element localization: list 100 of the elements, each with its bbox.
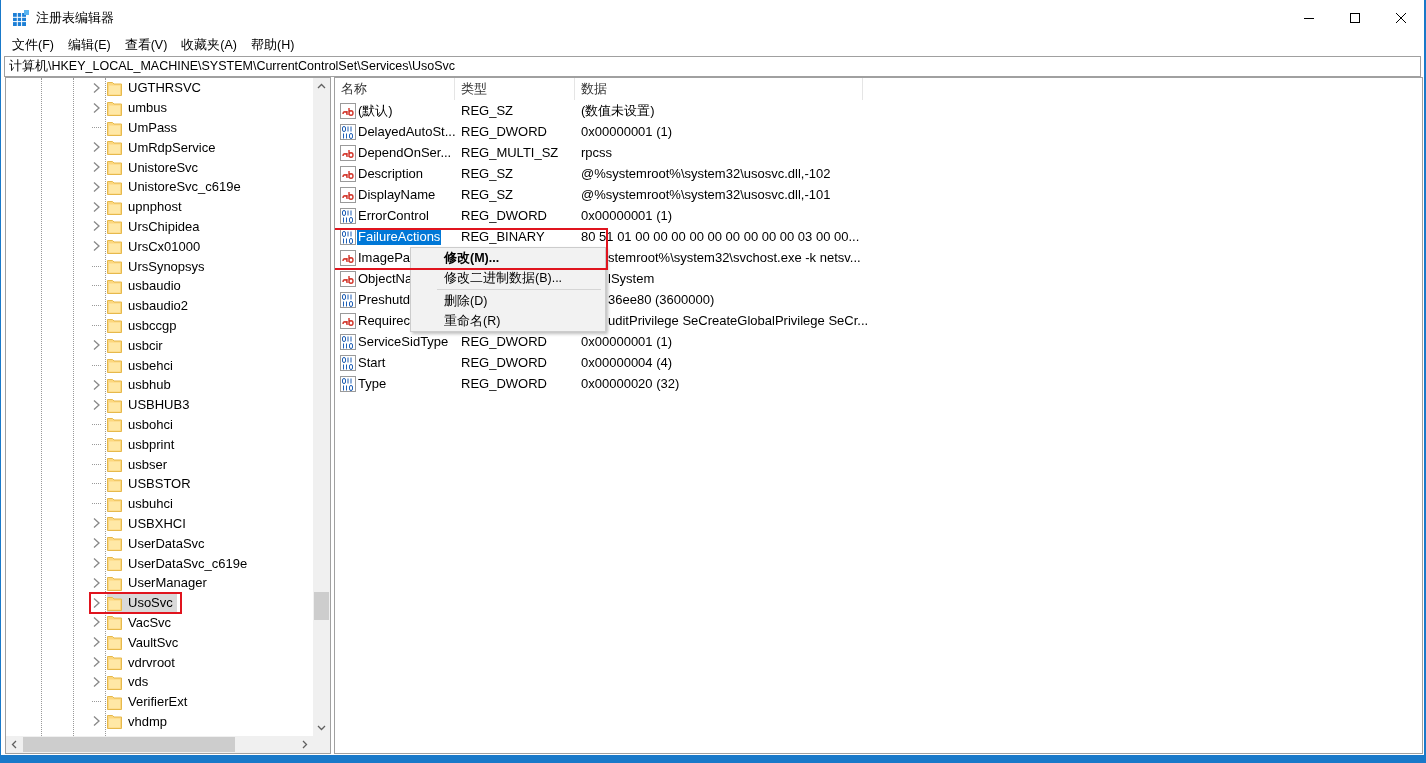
tree-item[interactable]: USBSTOR <box>128 476 195 492</box>
tree-item[interactable]: USBXHCI <box>128 515 190 531</box>
tree-item[interactable]: UmRdpService <box>128 139 220 155</box>
value-type: REG_DWORD <box>461 208 547 223</box>
value-name[interactable]: ServiceSidType <box>357 333 450 350</box>
scroll-thumb[interactable] <box>314 592 329 620</box>
value-name[interactable]: Preshutd <box>357 291 412 308</box>
tree-item[interactable]: usbhub <box>128 377 175 393</box>
folder-icon <box>107 693 123 710</box>
tree-item[interactable]: USBHUB3 <box>128 397 194 413</box>
menu-item[interactable]: 编辑(E) <box>60 36 118 54</box>
folder-icon <box>107 258 123 275</box>
menu-item[interactable]: 重命名(R) <box>411 311 605 331</box>
value-type: REG_DWORD <box>461 355 547 370</box>
string-value-icon <box>340 186 356 203</box>
value-data: 0x00000001 (1) <box>581 208 673 223</box>
value-data: lSystem <box>608 271 655 286</box>
value-data: 0x00000001 (1) <box>581 334 673 349</box>
value-name[interactable]: Type <box>357 375 388 392</box>
folder-icon <box>107 317 123 334</box>
column-header[interactable]: 类型 <box>455 78 575 100</box>
column-header[interactable]: 名称 <box>335 78 455 100</box>
tree-item[interactable]: vds <box>128 674 153 690</box>
binary-value-icon <box>340 333 356 350</box>
tree-item[interactable]: UrsChipidea <box>128 219 204 234</box>
tree-item[interactable]: usbaudio <box>128 278 185 294</box>
value-name[interactable]: ObjectNa <box>357 270 414 287</box>
value-data: (数值未设置) <box>581 102 655 118</box>
folder-icon <box>107 456 123 473</box>
binary-value-icon <box>340 207 356 224</box>
tree-item[interactable]: usbser <box>128 456 172 472</box>
tree-item[interactable]: VacSvc <box>128 614 176 630</box>
tree-item[interactable]: UserDataSvc <box>128 535 209 551</box>
value-data: rpcss <box>581 145 613 160</box>
value-name[interactable]: Description <box>357 165 425 182</box>
menu-item[interactable]: 文件(F) <box>5 36 61 54</box>
folder-icon <box>107 376 123 393</box>
tree-item[interactable]: usbohci <box>128 416 177 432</box>
folder-icon <box>107 337 123 354</box>
value-name[interactable]: Start <box>357 354 387 371</box>
value-name[interactable]: (默认) <box>357 100 394 121</box>
folder-icon <box>107 198 123 215</box>
scroll-thumb[interactable] <box>23 737 235 752</box>
value-name[interactable]: DisplayName <box>357 186 437 203</box>
tree-item[interactable]: upnphost <box>128 199 186 215</box>
folder-icon <box>107 139 123 156</box>
value-name[interactable]: DelayedAutoSt... <box>357 123 457 140</box>
binary-value-icon <box>340 354 356 371</box>
horizontal-scrollbar[interactable] <box>6 736 313 753</box>
folder-icon <box>107 396 123 413</box>
tree-item[interactable]: usbuhci <box>128 496 177 512</box>
value-name[interactable]: ErrorControl <box>357 207 430 224</box>
vertical-scrollbar[interactable] <box>313 78 330 736</box>
tree-item[interactable]: UserManager <box>128 575 211 591</box>
tree-item[interactable]: UserDataSvc_c619e <box>128 555 252 571</box>
tree-item[interactable]: vdrvroot <box>128 654 179 670</box>
tree-item[interactable]: UmPass <box>128 120 182 135</box>
menu-item[interactable]: 查看(V) <box>117 36 175 54</box>
value-data: 36ee80 (3600000) <box>608 292 715 307</box>
menu-item[interactable]: 修改二进制数据(B)... <box>411 268 605 288</box>
value-name[interactable]: Requirec <box>357 312 412 329</box>
value-type: REG_DWORD <box>461 334 547 349</box>
column-header[interactable]: 数据 <box>575 78 863 100</box>
folder-icon <box>107 79 123 96</box>
value-name[interactable]: DependOnSer... <box>357 144 453 161</box>
string-value-icon <box>340 270 356 287</box>
tree-item[interactable]: UnistoreSvc <box>128 159 203 175</box>
menu-item[interactable]: 修改(M)... <box>411 248 605 268</box>
tree-item[interactable]: vhdmp <box>128 713 172 729</box>
folder-icon <box>107 357 123 374</box>
value-data: @%systemroot%\system32\usosvc.dll,-102 <box>581 166 831 181</box>
tree-item[interactable]: UGTHRSVC <box>128 80 205 96</box>
tree-item[interactable]: UrsCx01000 <box>128 238 205 254</box>
folder-icon <box>107 475 123 492</box>
tree-item[interactable]: usbcir <box>128 337 167 353</box>
value-type: REG_DWORD <box>461 124 547 139</box>
string-value-icon <box>340 312 356 329</box>
tree-item[interactable]: UnistoreSvc_c619e <box>128 179 245 195</box>
binary-value-icon <box>340 375 356 392</box>
string-value-icon <box>340 144 356 161</box>
tree-item[interactable]: usbehci <box>128 357 177 373</box>
value-type: REG_MULTI_SZ <box>461 145 559 160</box>
tree-item[interactable]: usbprint <box>128 436 179 452</box>
tree-item[interactable]: VaultSvc <box>128 634 183 650</box>
tree-item[interactable]: umbus <box>128 100 172 116</box>
tree-item[interactable]: usbaudio2 <box>128 298 192 314</box>
folder-icon <box>107 614 123 631</box>
menu-item[interactable]: 收藏夹(A) <box>174 36 244 54</box>
address-field[interactable]: 计算机\HKEY_LOCAL_MACHINE\SYSTEM\CurrentControlSet\Services\UsoSvc <box>4 56 1421 77</box>
binary-value-icon <box>340 123 356 140</box>
close-icon <box>1396 13 1406 23</box>
tree-item[interactable]: UrsSynopsys <box>128 258 209 274</box>
menu-item[interactable]: 删除(D) <box>411 291 605 311</box>
tree-item[interactable]: usbccgp <box>128 317 181 333</box>
menu-item[interactable]: 帮助(H) <box>244 36 302 54</box>
value-name[interactable]: ImagePa <box>357 249 412 266</box>
folder-icon <box>107 416 123 433</box>
tree-item[interactable]: VerifierExt <box>128 694 192 710</box>
folder-icon <box>107 673 123 690</box>
window-title: 注册表编辑器 <box>36 9 115 27</box>
